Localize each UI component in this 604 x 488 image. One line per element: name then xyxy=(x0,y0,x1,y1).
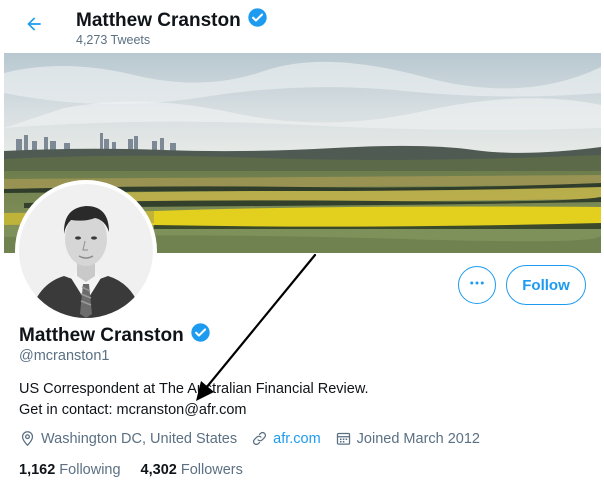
profile-meta: Washington DC, United States afr.com Joi… xyxy=(19,430,494,447)
profile-name-row: Matthew Cranston xyxy=(19,322,211,349)
tweet-count: 4,273 Tweets xyxy=(76,33,151,47)
following-link[interactable]: 1,162 Following xyxy=(19,462,121,478)
profile-bio: US Correspondent at The Australian Finan… xyxy=(19,379,369,421)
verified-badge-icon xyxy=(190,322,211,349)
more-options-button[interactable] xyxy=(458,266,496,304)
location-item: Washington DC, United States xyxy=(19,430,237,447)
bio-line: Get in contact: mcranston@afr.com xyxy=(19,402,247,418)
follow-button[interactable]: Follow xyxy=(506,265,586,305)
bio-line: US Correspondent at The Australian Finan… xyxy=(19,381,369,397)
calendar-icon xyxy=(335,430,352,447)
location-text: Washington DC, United States xyxy=(41,430,238,447)
header-title-row: Matthew Cranston xyxy=(76,7,268,34)
arrow-left-icon xyxy=(24,14,44,39)
profile-name: Matthew Cranston xyxy=(19,324,184,346)
followers-link[interactable]: 4,302 Followers xyxy=(141,462,243,478)
followers-label: Followers xyxy=(180,462,243,478)
website-item: afr.com xyxy=(251,430,321,447)
following-count: 1,162 xyxy=(19,462,56,478)
website-link[interactable]: afr.com xyxy=(273,431,321,447)
more-dots-icon xyxy=(468,274,486,297)
joined-item: Joined March 2012 xyxy=(335,430,480,447)
top-header: Matthew Cranston 4,273 Tweets xyxy=(0,0,604,52)
following-label: Following xyxy=(59,462,121,478)
profile-handle: @mcranston1 xyxy=(19,348,110,364)
location-pin-icon xyxy=(19,430,36,447)
link-icon xyxy=(251,430,268,447)
back-button[interactable] xyxy=(20,12,48,40)
follow-counts: 1,162 Following 4,302 Followers xyxy=(19,462,243,478)
profile-avatar[interactable] xyxy=(15,180,157,322)
header-title: Matthew Cranston xyxy=(76,9,241,31)
followers-count: 4,302 xyxy=(140,462,177,478)
joined-text: Joined March 2012 xyxy=(356,430,480,447)
verified-badge-icon xyxy=(247,7,268,34)
